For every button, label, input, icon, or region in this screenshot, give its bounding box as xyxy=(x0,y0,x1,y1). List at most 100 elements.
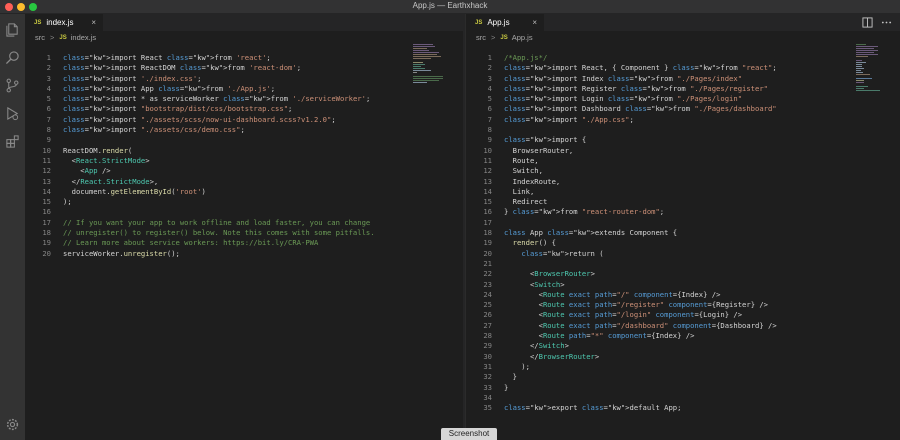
code-line[interactable]: 1 /*App.js*/ xyxy=(466,53,900,63)
gear-icon[interactable] xyxy=(5,417,20,432)
split-editor-icon[interactable] xyxy=(862,17,873,28)
code-line[interactable]: 20 serviceWorker.unregister(); xyxy=(25,249,463,259)
code-line[interactable]: 9 xyxy=(25,135,463,145)
code-line[interactable]: 3 class="kw">import './index.css'; xyxy=(25,74,463,84)
files-icon[interactable] xyxy=(5,22,20,37)
code-line[interactable]: 15 Redirect xyxy=(466,197,900,207)
code-editor[interactable]: 1 class="kw">import React class="kw">from… xyxy=(25,53,463,259)
line-number: 10 xyxy=(42,145,51,155)
code-line[interactable]: 13 </React.StrictMode>, xyxy=(25,177,463,187)
code-text: class="kw">import "./assets/scss/now-ui-… xyxy=(63,114,336,124)
code-line[interactable]: 19 render() { xyxy=(466,238,900,248)
code-line[interactable]: 26 <Route exact path="/login" component=… xyxy=(466,310,900,320)
code-text: <App /> xyxy=(63,166,111,176)
code-line[interactable]: 12 Switch, xyxy=(466,166,900,176)
code-line[interactable]: 9 class="kw">import { xyxy=(466,135,900,145)
line-number: 27 xyxy=(483,320,492,330)
line-number: 4 xyxy=(487,83,492,93)
code-editor[interactable]: 1 /*App.js*/ 2 class="kw">import React, { C… xyxy=(466,53,900,413)
code-line[interactable]: 11 Route, xyxy=(466,156,900,166)
code-line[interactable]: 10 ReactDOM.render( xyxy=(25,146,463,156)
code-line[interactable]: 7 class="kw">import "./assets/scss/now-ui… xyxy=(25,115,463,125)
line-number: 9 xyxy=(487,135,492,145)
breadcrumb-file[interactable]: App.js xyxy=(512,33,533,42)
code-line[interactable]: 4 class="kw">import App class="kw">from '… xyxy=(25,84,463,94)
code-line[interactable]: 33} xyxy=(466,383,900,393)
line-number: 24 xyxy=(483,289,492,299)
run-debug-icon[interactable] xyxy=(5,106,20,121)
code-line[interactable]: 35 class="kw">export class="kw">default A… xyxy=(466,403,900,413)
code-text: <Route exact path="/register" component=… xyxy=(504,300,769,310)
code-line[interactable]: 23 <Switch> xyxy=(466,280,900,290)
code-line[interactable]: 6 class="kw">import "bootstrap/dist/css/b… xyxy=(25,104,463,114)
line-number: 19 xyxy=(483,238,492,248)
code-line[interactable]: 13 IndexRoute, xyxy=(466,177,900,187)
breadcrumb-file[interactable]: index.js xyxy=(71,33,96,42)
code-line[interactable]: 24 <Route exact path="/" component={Inde… xyxy=(466,290,900,300)
code-line[interactable]: 29 </Switch> xyxy=(466,341,900,351)
code-line[interactable]: 28 <Route path="*" component={Index} /> xyxy=(466,331,900,341)
line-number: 7 xyxy=(487,114,492,124)
code-line[interactable]: 15); xyxy=(25,197,463,207)
code-line[interactable]: 10 BrowserRouter, xyxy=(466,146,900,156)
line-number: 19 xyxy=(42,238,51,248)
code-text: /*App.js*/ xyxy=(504,53,548,62)
line-number: 13 xyxy=(42,176,51,186)
code-line[interactable]: 14 Link, xyxy=(466,187,900,197)
code-line[interactable]: 16} class="kw">from "react-router-dom"; xyxy=(466,207,900,217)
code-line[interactable]: 8 class="kw">import "./assets/css/demo.cs… xyxy=(25,125,463,135)
code-line[interactable]: 7 class="kw">import "./App.css"; xyxy=(466,115,900,125)
code-line[interactable]: 5 class="kw">import Login class="kw">from… xyxy=(466,94,900,104)
line-number: 20 xyxy=(483,248,492,258)
code-line[interactable]: 11 <React.StrictMode> xyxy=(25,156,463,166)
code-line[interactable]: 19 // Learn more about service workers: h… xyxy=(25,238,463,248)
code-line[interactable]: 3 class="kw">import Index class="kw">from… xyxy=(466,74,900,84)
tab-index-js[interactable]: JS index.js × xyxy=(25,14,103,31)
code-line[interactable]: 12 <App /> xyxy=(25,166,463,176)
code-line[interactable]: 20 class="kw">return ( xyxy=(466,249,900,259)
line-number: 12 xyxy=(42,166,51,176)
code-line[interactable]: 18 // unregister() to register() below. N… xyxy=(25,228,463,238)
line-number: 5 xyxy=(487,94,492,104)
code-line[interactable]: 17 // If you want your app to work offlin… xyxy=(25,218,463,228)
code-line[interactable]: 27 <Route exact path="/dashboard" compon… xyxy=(466,321,900,331)
code-line[interactable]: 2 class="kw">import React, { Component } … xyxy=(466,63,900,73)
extensions-icon[interactable] xyxy=(5,134,20,149)
line-number: 1 xyxy=(487,53,492,62)
code-line[interactable]: 25 <Route exact path="/register" compone… xyxy=(466,300,900,310)
close-tab-button[interactable]: × xyxy=(532,18,537,27)
search-icon[interactable] xyxy=(5,50,20,65)
code-line[interactable]: 32 } xyxy=(466,372,900,382)
code-line[interactable]: 21 xyxy=(466,259,900,269)
breadcrumb-folder[interactable]: src xyxy=(476,33,486,42)
line-number: 2 xyxy=(487,63,492,73)
code-line[interactable]: 5 class="kw">import * as serviceWorker cl… xyxy=(25,94,463,104)
code-line[interactable]: 2 class="kw">import ReactDOM class="kw">f… xyxy=(25,63,463,73)
code-line[interactable]: 22 <BrowserRouter> xyxy=(466,269,900,279)
code-line[interactable]: 31 ); xyxy=(466,362,900,372)
code-line[interactable]: 14 document.getElementById('root') xyxy=(25,187,463,197)
line-number: 23 xyxy=(483,279,492,289)
minimap[interactable] xyxy=(856,44,886,104)
close-tab-button[interactable]: × xyxy=(91,18,96,27)
line-number: 1 xyxy=(46,53,51,62)
code-line[interactable]: 18 class App class="kw">extends Component… xyxy=(466,228,900,238)
code-line[interactable]: 6 class="kw">import Dashboard class="kw">… xyxy=(466,104,900,114)
code-line[interactable]: 17 xyxy=(466,218,900,228)
code-text: <BrowserRouter> xyxy=(504,269,595,279)
source-control-icon[interactable] xyxy=(5,78,20,93)
line-number: 28 xyxy=(483,331,492,341)
tab-app-js[interactable]: JS App.js × xyxy=(466,14,544,31)
code-line[interactable]: 8 xyxy=(466,125,900,135)
line-number: 14 xyxy=(483,186,492,196)
code-text: </Switch> xyxy=(504,341,569,351)
code-line[interactable]: 16 xyxy=(25,207,463,217)
code-line[interactable]: 30 </BrowserRouter> xyxy=(466,352,900,362)
code-line[interactable]: 4 class="kw">import Register class="kw">f… xyxy=(466,84,900,94)
breadcrumb-folder[interactable]: src xyxy=(35,33,45,42)
line-number: 31 xyxy=(483,361,492,371)
code-line[interactable]: 34 xyxy=(466,393,900,403)
more-actions-icon[interactable] xyxy=(881,17,892,28)
code-line[interactable]: 1 class="kw">import React class="kw">from… xyxy=(25,53,463,63)
minimap[interactable] xyxy=(413,44,443,104)
